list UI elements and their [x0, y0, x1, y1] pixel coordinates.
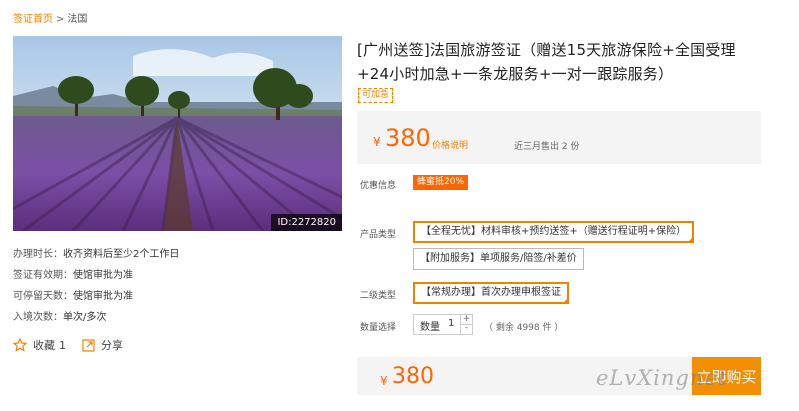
- breadcrumb-home-link[interactable]: 签证首页: [13, 14, 53, 25]
- star-icon: [13, 338, 27, 352]
- stock-remaining: （ 剩余 4998 件 ）: [484, 323, 564, 333]
- product-actions: 收藏 1 分享: [13, 337, 123, 353]
- info-entries: 入境次数：单次/多次: [13, 307, 179, 328]
- favorite-count: 1: [59, 338, 66, 352]
- quantity-value[interactable]: 1: [448, 318, 454, 329]
- info-processing-value: 收齐资料后至少2个工作日: [63, 249, 180, 260]
- share-button[interactable]: 分享: [82, 337, 123, 353]
- info-validity: 签证有效期：使馆审批为准: [13, 265, 179, 286]
- lavender-field-image: [13, 36, 342, 231]
- quantity-decrease-button[interactable]: -: [460, 324, 472, 334]
- share-label: 分享: [101, 339, 123, 352]
- info-stay-label: 可停留天数：: [13, 291, 73, 302]
- buy-currency: ¥: [380, 374, 388, 388]
- quantity-select-label: 数量选择: [360, 323, 397, 333]
- share-icon: [82, 338, 95, 352]
- breadcrumb-separator: >: [56, 14, 65, 25]
- info-validity-label: 签证有效期：: [13, 270, 73, 281]
- breadcrumb: 签证首页 > 法国: [13, 10, 87, 25]
- product-type-label: 产品类型: [360, 230, 397, 240]
- quantity-stepper[interactable]: 数量 1 + -: [413, 314, 473, 335]
- info-entries-label: 入境次数：: [13, 312, 63, 323]
- info-entries-value: 单次/多次: [63, 312, 107, 323]
- expedite-tag: 可加急: [358, 88, 394, 103]
- level2-type-label: 二级类型: [360, 291, 397, 301]
- sold-count: 近三月售出 2 份: [514, 142, 580, 152]
- product-type-option-addon[interactable]: 【附加服务】单项服务/陪签/补差价: [413, 248, 584, 270]
- favorite-button[interactable]: 收藏 1: [13, 337, 66, 353]
- image-id-label: ID:2272820: [271, 214, 342, 231]
- info-validity-value: 使馆审批为准: [73, 270, 133, 281]
- info-stay-value: 使馆审批为准: [73, 291, 133, 302]
- price-amount: 380: [385, 124, 431, 152]
- product-photo: ID:2272820: [13, 36, 342, 231]
- info-stay: 可停留天数：使馆审批为准: [13, 286, 179, 307]
- buy-now-button[interactable]: 立即购买: [692, 357, 761, 395]
- discount-badge: 蜂蜜抵20%: [413, 175, 469, 190]
- level2-type-option-regular[interactable]: 【常规办理】首次办理申根签证: [413, 282, 569, 304]
- favorite-label: 收藏: [33, 339, 55, 352]
- info-processing: 办理时长：收齐资料后至少2个工作日: [13, 244, 179, 265]
- product-type-option-full-service[interactable]: 【全程无忧】材料审核+预约送签+（赠送行程证明+保险）: [413, 221, 695, 243]
- product-title: [广州送签]法国旅游签证（赠送15天旅游保险+全国受理+24小时加急+一条龙服务…: [357, 41, 736, 83]
- price-description-link[interactable]: 价格说明: [432, 138, 468, 151]
- quantity-label: 数量: [420, 322, 440, 333]
- price-currency: ¥: [373, 135, 381, 149]
- info-processing-label: 办理时长：: [13, 249, 63, 260]
- visa-info: 办理时长：收齐资料后至少2个工作日 签证有效期：使馆审批为准 可停留天数：使馆审…: [13, 244, 179, 328]
- price-box: ¥ 380 价格说明 近三月售出 2 份: [357, 111, 761, 164]
- promo-label: 优惠信息: [360, 181, 397, 191]
- breadcrumb-current: 法国: [67, 14, 88, 25]
- buy-amount: 380: [392, 364, 434, 389]
